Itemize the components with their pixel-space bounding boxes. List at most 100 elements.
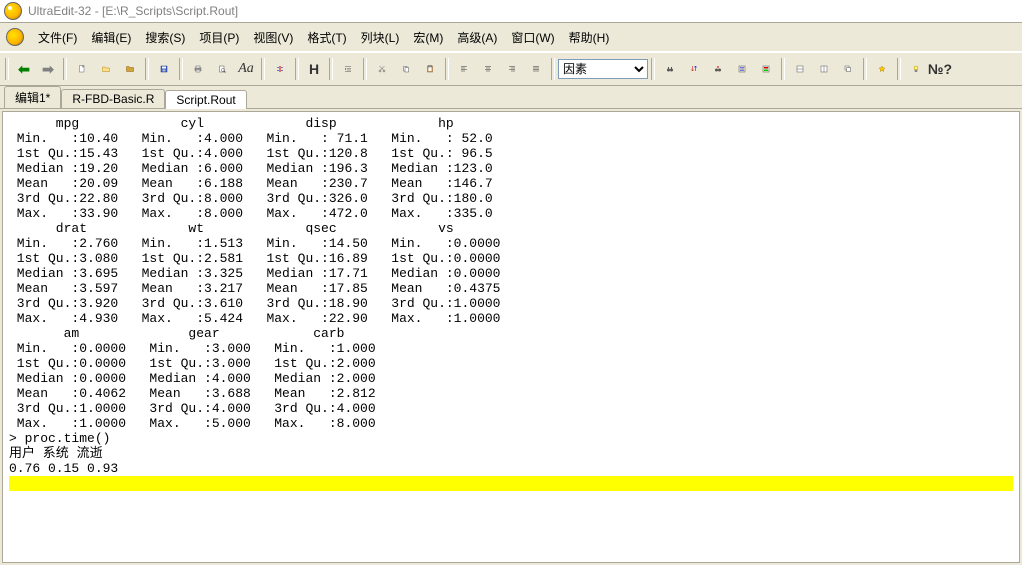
- out-line: Min. :10.40 Min. :4.000 Min. : 71.1 Min.…: [9, 131, 508, 146]
- toolbar-sep: [551, 58, 555, 80]
- align-right-icon: [508, 61, 516, 77]
- align-right-button[interactable]: [501, 58, 523, 80]
- copy-button[interactable]: [395, 58, 417, 80]
- editor-text[interactable]: mpg cyl disp hp Min. :10.40 Min. :4.000 …: [3, 112, 1019, 495]
- paste-button[interactable]: [419, 58, 441, 80]
- menu-help[interactable]: 帮助(H): [563, 27, 616, 48]
- config-icon: [762, 61, 770, 77]
- print-preview-button[interactable]: [211, 58, 233, 80]
- menu-column[interactable]: 列块(L): [355, 27, 406, 48]
- out-line: Median :3.695 Median :3.325 Median :17.7…: [9, 266, 516, 281]
- out-line: Mean :3.597 Mean :3.217 Mean :17.85 Mean…: [9, 281, 516, 296]
- title-bar: UltraEdit-32 - [E:\R_Scripts\Script.Rout…: [0, 0, 1022, 23]
- split-horizontal-button[interactable]: [789, 58, 811, 80]
- align-left-button[interactable]: [453, 58, 475, 80]
- toolbar-sep: [781, 58, 785, 80]
- cascade-button[interactable]: [837, 58, 859, 80]
- element-combo[interactable]: 因素: [558, 59, 648, 79]
- tab-rfbd[interactable]: R-FBD-Basic.R: [61, 89, 165, 108]
- cut-button[interactable]: [371, 58, 393, 80]
- heading-button[interactable]: H: [303, 58, 325, 80]
- tip-button[interactable]: [905, 58, 927, 80]
- font-icon: Aa: [238, 61, 254, 77]
- proc-call: > proc.time(): [9, 431, 110, 446]
- back-button[interactable]: ⬅: [13, 58, 35, 80]
- heading-icon: H: [309, 61, 319, 77]
- toolbar-sep: [179, 58, 183, 80]
- menu-edit[interactable]: 编辑(E): [85, 27, 137, 48]
- toolbar-sep: [897, 58, 901, 80]
- tab-script-rout[interactable]: Script.Rout: [165, 90, 246, 109]
- star-tool-icon: [878, 61, 886, 77]
- toggle-icon: [276, 61, 284, 77]
- out-line: Max. :4.930 Max. :5.424 Max. :22.90 Max.…: [9, 311, 516, 326]
- new-file-icon: [78, 61, 86, 77]
- sort-asc-icon: [690, 61, 698, 77]
- menu-view[interactable]: 视图(V): [247, 27, 299, 48]
- tool3-button[interactable]: [871, 58, 893, 80]
- indent-icon: [344, 61, 352, 77]
- indent-button[interactable]: [337, 58, 359, 80]
- find-button[interactable]: [659, 58, 681, 80]
- sort-desc-icon: [714, 61, 722, 77]
- toolbar-sep: [363, 58, 367, 80]
- out-line: 1st Qu.:0.0000 1st Qu.:3.000 1st Qu.:2.0…: [9, 356, 391, 371]
- out-line: 1st Qu.:3.080 1st Qu.:2.581 1st Qu.:16.8…: [9, 251, 516, 266]
- out-header1: mpg cyl disp hp: [9, 116, 508, 131]
- align-justify-button[interactable]: [525, 58, 547, 80]
- menu-advanced[interactable]: 高级(A): [451, 27, 503, 48]
- new-file-button[interactable]: [71, 58, 93, 80]
- tool1-button[interactable]: [731, 58, 753, 80]
- split-vertical-button[interactable]: [813, 58, 835, 80]
- cursor-line[interactable]: [9, 476, 1013, 491]
- menu-project[interactable]: 项目(P): [193, 27, 245, 48]
- open-file-button[interactable]: [95, 58, 117, 80]
- close-file-button[interactable]: [119, 58, 141, 80]
- out-line: Max. :33.90 Max. :8.000 Max. :472.0 Max.…: [9, 206, 508, 221]
- proc-values: 0.76 0.15 0.93: [9, 461, 126, 476]
- out-header2: drat wt qsec vs: [9, 221, 516, 236]
- arrow-right-icon: ➡: [42, 61, 54, 78]
- out-header3: am gear carb: [9, 326, 391, 341]
- align-center-icon: [484, 61, 492, 77]
- split-h-icon: [796, 61, 804, 77]
- sort-asc-button[interactable]: [683, 58, 705, 80]
- proc-header: 用户 系统 流逝: [9, 446, 110, 461]
- menu-bar: 文件(F) 编辑(E) 搜索(S) 项目(P) 视图(V) 格式(T) 列块(L…: [0, 23, 1022, 52]
- menu-file[interactable]: 文件(F): [32, 27, 83, 48]
- menu-macro[interactable]: 宏(M): [407, 27, 449, 48]
- editor-pane[interactable]: mpg cyl disp hp Min. :10.40 Min. :4.000 …: [2, 111, 1020, 563]
- clipboard-icon: [426, 61, 434, 77]
- align-justify-icon: [532, 61, 540, 77]
- toolbar-sep: [63, 58, 67, 80]
- tool2-button[interactable]: [755, 58, 777, 80]
- cascade-icon: [844, 61, 852, 77]
- print-button[interactable]: [187, 58, 209, 80]
- out-line: Min. :0.0000 Min. :3.000 Min. :1.000: [9, 341, 391, 356]
- out-line: 3rd Qu.:3.920 3rd Qu.:3.610 3rd Qu.:18.9…: [9, 296, 516, 311]
- toolbar-sep: [329, 58, 333, 80]
- align-left-icon: [460, 61, 468, 77]
- toolbar-sep: [145, 58, 149, 80]
- out-line: Min. :2.760 Min. :1.513 Min. :14.50 Min.…: [9, 236, 516, 251]
- toolbar-sep: [5, 58, 9, 80]
- open-folder-icon: [102, 61, 110, 77]
- save-button[interactable]: [153, 58, 175, 80]
- printer-icon: [194, 61, 202, 77]
- out-line: Mean :20.09 Mean :6.188 Mean :230.7 Mean…: [9, 176, 508, 191]
- menu-format[interactable]: 格式(T): [301, 27, 352, 48]
- tab-edit1[interactable]: 编辑1*: [4, 86, 61, 108]
- split-v-icon: [820, 61, 828, 77]
- forward-button[interactable]: ➡: [37, 58, 59, 80]
- menu-search[interactable]: 搜索(S): [139, 27, 191, 48]
- lightbulb-icon: [912, 61, 920, 77]
- out-line: 1st Qu.:15.43 1st Qu.:4.000 1st Qu.:120.…: [9, 146, 508, 161]
- align-center-button[interactable]: [477, 58, 499, 80]
- file-tab-bar: 编辑1* R-FBD-Basic.R Script.Rout: [0, 86, 1022, 109]
- out-line: Max. :1.0000 Max. :5.000 Max. :8.000: [9, 416, 391, 431]
- sort-desc-button[interactable]: [707, 58, 729, 80]
- toggle-button[interactable]: [269, 58, 291, 80]
- help-button[interactable]: №?: [929, 58, 951, 80]
- menu-window[interactable]: 窗口(W): [505, 27, 560, 48]
- font-button[interactable]: Aa: [235, 58, 257, 80]
